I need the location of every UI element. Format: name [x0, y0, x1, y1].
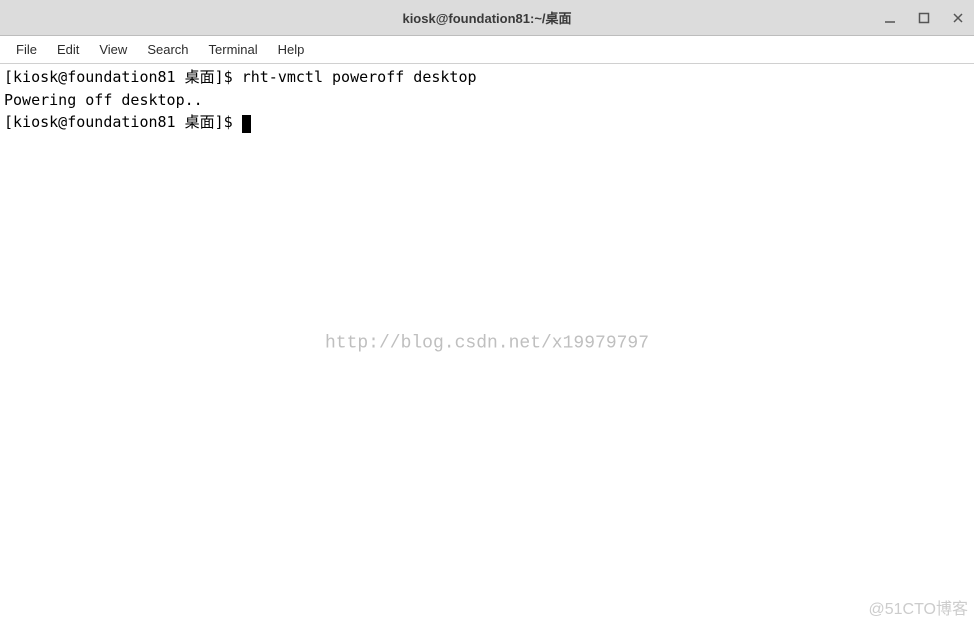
cursor-icon	[242, 115, 251, 133]
terminal-line: [kiosk@foundation81 桌面]$	[4, 111, 970, 134]
terminal-output[interactable]: [kiosk@foundation81 桌面]$ rht-vmctl power…	[0, 64, 974, 623]
maximize-button[interactable]	[916, 10, 932, 26]
terminal-line: Powering off desktop..	[4, 89, 970, 112]
prompt: [kiosk@foundation81 桌面]$	[4, 113, 242, 131]
window-titlebar: kiosk@foundation81:~/桌面	[0, 0, 974, 36]
prompt: [kiosk@foundation81 桌面]$	[4, 68, 242, 86]
menu-edit[interactable]: Edit	[47, 38, 89, 61]
watermark-center: http://blog.csdn.net/x19979797	[325, 330, 649, 357]
command-text: rht-vmctl poweroff desktop	[242, 68, 477, 86]
terminal-line: [kiosk@foundation81 桌面]$ rht-vmctl power…	[4, 66, 970, 89]
close-button[interactable]	[950, 10, 966, 26]
minimize-button[interactable]	[882, 10, 898, 26]
menu-terminal[interactable]: Terminal	[199, 38, 268, 61]
menu-file[interactable]: File	[6, 38, 47, 61]
menu-search[interactable]: Search	[137, 38, 198, 61]
menu-help[interactable]: Help	[268, 38, 315, 61]
menubar: File Edit View Search Terminal Help	[0, 36, 974, 64]
menu-view[interactable]: View	[89, 38, 137, 61]
window-title: kiosk@foundation81:~/桌面	[402, 8, 571, 27]
window-controls	[882, 0, 966, 36]
